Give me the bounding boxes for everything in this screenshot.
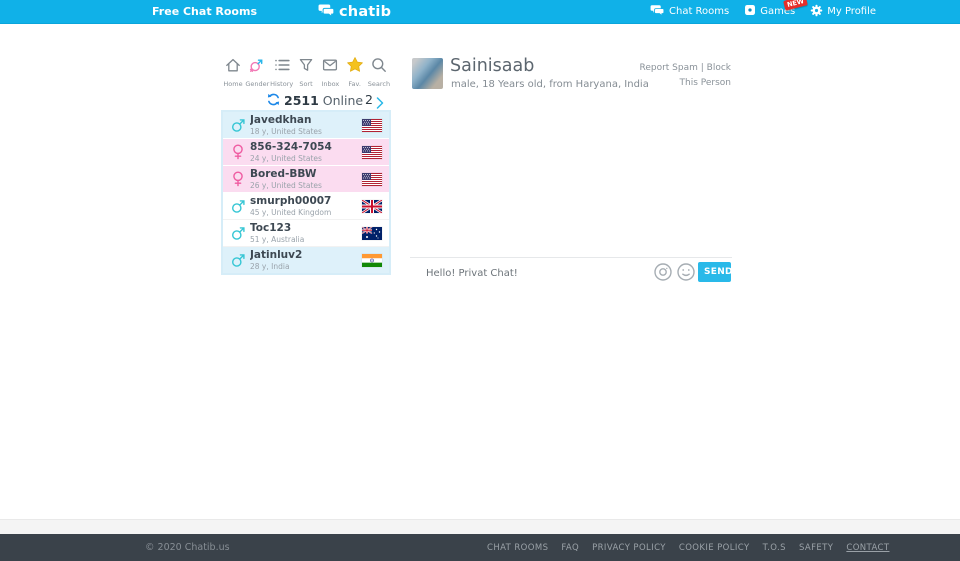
user-details: 28 y, India [250,262,362,271]
game-icon [744,4,756,19]
new-badge: NEW [783,0,808,11]
nav-chat-rooms-label: Chat Rooms [669,6,729,17]
peer-actions: Report Spam | Block This Person [628,61,731,91]
footer-link-faq[interactable]: FAQ [561,543,579,553]
nav-my-profile-label: My Profile [827,6,876,17]
user-details: 51 y, Australia [250,235,362,244]
home-icon [224,56,242,78]
user-details: 18 y, United States [250,127,362,136]
toolbar-sort[interactable]: Sort [294,56,318,88]
sidebar-toolbar: Home Gender Hist [221,56,391,88]
male-icon [229,118,247,133]
tool-label: History [270,80,293,88]
nav-free-chat-rooms[interactable]: Free Chat Rooms [152,0,257,23]
female-icon [229,171,247,187]
user-name: Toc123 [250,223,362,234]
send-button[interactable]: SEND [698,262,731,282]
female-icon [229,144,247,160]
user-name: Javedkhan [250,115,362,126]
gear-icon [810,4,823,20]
toolbar-inbox[interactable]: Inbox [318,56,342,88]
us-flag-icon [362,173,382,186]
footer-link-safety[interactable]: SAFETY [799,543,833,553]
online-count: 2511 [284,93,319,108]
toolbar-gender[interactable]: Gender [245,56,269,88]
us-flag-icon [362,146,382,159]
user-details: 26 y, United States [250,181,362,190]
message-input[interactable] [424,263,643,283]
online-label: Online [323,93,363,108]
star-icon [346,56,364,78]
uk-flag-icon [362,200,382,213]
copyright-text: © 2020 Chatib.us [145,534,230,561]
logo-text: chatib [339,4,391,20]
footer-link-contact[interactable]: CONTACT [846,543,889,553]
toolbar-history[interactable]: History [270,56,294,88]
footer-links: CHAT ROOMS FAQ PRIVACY POLICY COOKIE POL… [487,534,889,561]
user-list-item[interactable]: Bored-BBW 26 y, United States [223,166,389,193]
peer-name: Sainisaab [450,56,534,76]
user-name: Jatinluv2 [250,250,362,261]
user-details: 24 y, United States [250,154,362,163]
tool-label: Sort [299,80,312,88]
chat-input-divider [410,257,732,258]
toolbar-search[interactable]: Search [367,56,391,88]
user-list-item[interactable]: smurph00007 45 y, United Kingdom [223,193,389,220]
action-separator: | [698,63,707,73]
tool-label: Fav. [348,80,361,88]
chat-bubbles-icon [650,4,665,19]
user-list-item[interactable]: Toc123 51 y, Australia [223,220,389,247]
user-list-item[interactable]: Jatinluv2 28 y, India [223,247,389,273]
inbox-icon [321,56,339,78]
india-flag-icon [362,254,382,267]
smiley-icon[interactable] [676,262,696,286]
toolbar-home[interactable]: Home [221,56,245,88]
user-list-item[interactable]: Javedkhan 18 y, United States [223,112,389,139]
user-list-item[interactable]: 856-324-7054 24 y, United States [223,139,389,166]
peer-details: male, 18 Years old, from Haryana, India [451,79,649,90]
online-user-list: Javedkhan 18 y, United States 856-324-70 [221,110,391,275]
tool-label: Gender [245,80,269,88]
toolbar-favorites[interactable]: Fav. [343,56,367,88]
us-flag-icon [362,119,382,132]
tool-label: Search [368,80,390,88]
page: Free Chat Rooms chatib Chat Rooms [0,0,960,561]
online-counter-row: 2511 Online 2 [221,91,391,109]
male-icon [229,253,247,268]
australia-flag-icon [362,227,382,240]
peer-avatar [412,58,443,89]
logo[interactable]: chatib [318,0,391,23]
nav-chat-rooms[interactable]: Chat Rooms [650,4,729,19]
refresh-icon[interactable] [267,91,280,110]
header-nav: Chat Rooms Games NEW [650,0,876,23]
camera-icon[interactable] [653,262,673,286]
gender-icon [248,56,266,78]
report-spam-link[interactable]: Report Spam [639,63,697,73]
footer-link-tos[interactable]: T.O.S [763,543,786,553]
footer-link-chat-rooms[interactable]: CHAT ROOMS [487,543,548,553]
tool-label: Inbox [321,80,339,88]
user-name: 856-324-7054 [250,142,362,153]
header-bar: Free Chat Rooms chatib Chat Rooms [0,0,960,24]
page-number[interactable]: 2 [365,92,373,107]
male-icon [229,226,247,241]
tool-label: Home [223,80,242,88]
footer-bar: © 2020 Chatib.us CHAT ROOMS FAQ PRIVACY … [0,534,960,561]
nav-my-profile[interactable]: My Profile [810,4,876,20]
user-name: Bored-BBW [250,169,362,180]
user-name: smurph00007 [250,196,362,207]
user-details: 45 y, United Kingdom [250,208,362,217]
search-icon [370,56,388,78]
sort-icon [297,56,315,78]
male-icon [229,199,247,214]
footer-link-cookie-policy[interactable]: COOKIE POLICY [679,543,750,553]
footer-link-privacy-policy[interactable]: PRIVACY POLICY [592,543,666,553]
nav-games[interactable]: Games NEW [744,4,795,19]
chat-bubbles-logo-icon [318,2,335,21]
history-icon [273,56,291,78]
prefooter-strip [0,519,960,534]
